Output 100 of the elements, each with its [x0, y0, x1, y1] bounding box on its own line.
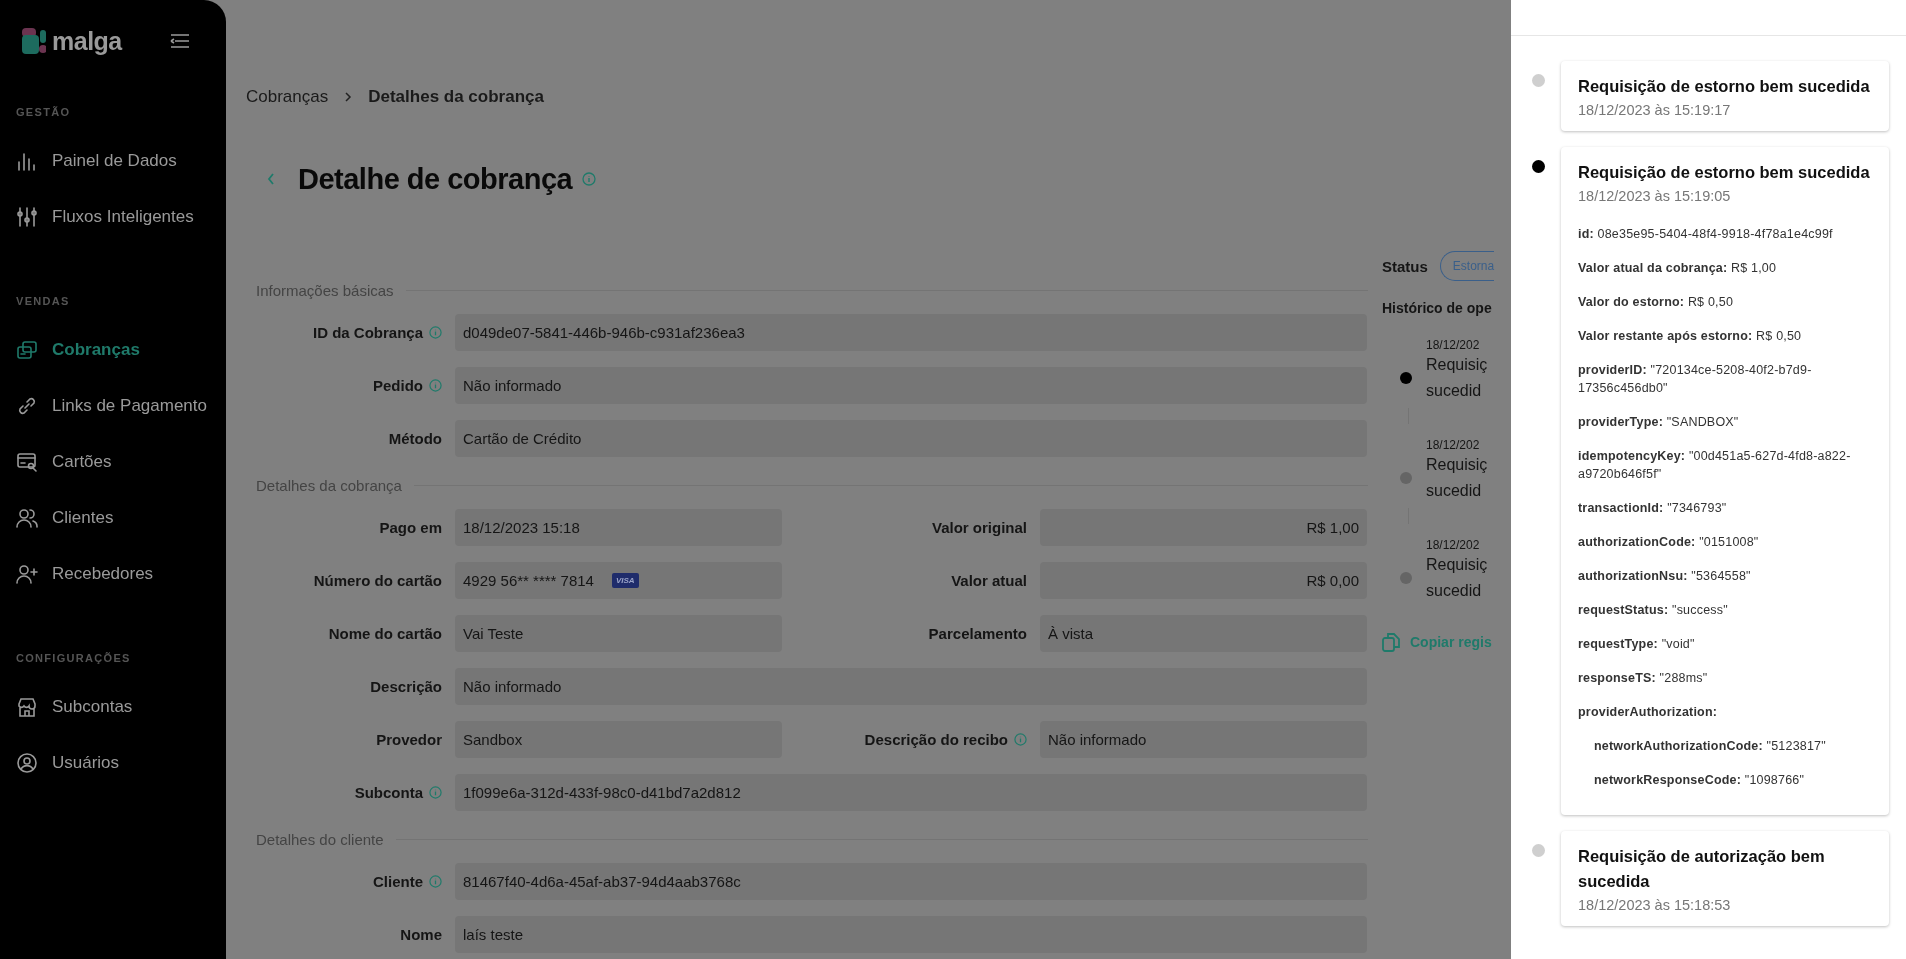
detail-line: providerType: "SANDBOX": [1578, 414, 1740, 431]
sidebar-item[interactable]: Clientes: [0, 490, 226, 546]
field-label: Número do cartão: [313, 572, 442, 589]
sidebar-item[interactable]: Links de Pagamento: [0, 378, 226, 434]
field-label: Nome do cartão: [328, 625, 442, 642]
section-title: Informações básicas: [256, 281, 394, 299]
detail-line: requestStatus: "success": [1578, 602, 1729, 619]
info-icon: [429, 875, 442, 888]
event-card[interactable]: Requisição de estorno bem sucedida 18/12/2023 às 15:19:17: [1561, 61, 1889, 131]
store-icon: [16, 696, 38, 718]
history-date: 18/12/202: [1425, 438, 1481, 452]
event-title: Requisição de estorno bem sucedida: [1578, 76, 1871, 97]
cards-icon: [16, 339, 38, 361]
field-value: 1f099e6a-312d-433f-98c0-d41bd7a2d812: [455, 774, 1367, 811]
detail-line: providerAuthorization:: [1578, 704, 1719, 721]
field-value: Vai Teste: [455, 615, 782, 652]
field-label: ID da Cobrança: [312, 324, 423, 341]
field-label: Valor atual: [951, 572, 1027, 589]
history-entry[interactable]: Requisiç sucedid: [1426, 352, 1488, 404]
field-label: Pedido: [373, 377, 423, 394]
breadcrumb-link[interactable]: Cobranças: [246, 87, 329, 107]
breadcrumb-current: Detalhes da cobrança: [368, 87, 544, 107]
field-label: Cliente: [373, 873, 423, 890]
info-icon: [429, 379, 442, 392]
detail-line: networkAuthorizationCode: "5123817": [1593, 738, 1827, 755]
info-icon: [429, 786, 442, 799]
sidebar-item[interactable]: Fluxos Inteligentes: [0, 189, 226, 245]
detail-line: Valor atual da cobrança: R$ 1,00: [1578, 260, 1778, 277]
field-value: À vista: [1040, 615, 1367, 652]
field-value: Não informado: [455, 367, 1367, 404]
detail-line: transactionId: "7346793": [1578, 500, 1728, 517]
field-value: laís teste: [455, 916, 1367, 953]
field-label: Descrição do recibo: [864, 731, 1008, 748]
link-icon: [16, 395, 38, 417]
field-label: Provedor: [376, 731, 442, 748]
sliders-icon: [16, 206, 38, 228]
event-title: Requisição de autorização bem sucedida: [1578, 846, 1826, 892]
field-value: d049de07-5841-446b-946b-c931af236ea3: [455, 314, 1367, 351]
detail-line: responseTS: "288ms": [1578, 670, 1709, 687]
field-label: Parcelamento: [928, 625, 1027, 642]
field-label: Pago em: [379, 519, 442, 536]
section-heading: CONFIGURAÇÕES: [15, 652, 132, 664]
detail-line: idempotencyKey: "00d451a5-627d-4fd8-a822-a9720b646f5f": [1578, 448, 1852, 483]
sidebar-item[interactable]: Usuários: [0, 735, 226, 791]
event-time: 18/12/2023 às 15:19:17: [1578, 101, 1732, 120]
event-card[interactable]: Requisição de autorização bem sucedida 18/12/2023 às 15:18:53: [1561, 831, 1889, 926]
section-title: Detalhes do cliente: [256, 830, 384, 848]
users-icon: [16, 507, 38, 529]
bar-chart-icon: [16, 150, 38, 172]
detail-line: Valor restante após estorno: R$ 0,50: [1578, 328, 1803, 345]
info-icon: [582, 172, 597, 186]
section-title: Detalhes da cobrança: [256, 476, 402, 494]
sidebar-item[interactable]: Painel de Dados: [0, 133, 226, 189]
sidebar-item[interactable]: Recebedores: [0, 546, 226, 602]
history-entry[interactable]: Requisiç sucedid: [1426, 552, 1488, 604]
detail-line: authorizationCode: "0151008": [1578, 534, 1760, 551]
event-time: 18/12/2023 às 15:19:05: [1578, 187, 1732, 206]
field-value: Não informado: [1040, 721, 1367, 758]
info-icon: [429, 326, 442, 339]
section-heading: GESTÃO: [15, 106, 72, 118]
sidebar-item[interactable]: Cartões: [0, 434, 226, 490]
detail-line: networkResponseCode: "1098766": [1593, 772, 1806, 789]
event-time: 18/12/2023 às 15:18:53: [1578, 896, 1732, 915]
field-value: Sandbox: [455, 721, 782, 758]
field-value: Cartão de Crédito: [455, 420, 1367, 457]
logo-text: malga: [52, 26, 122, 56]
field-value: 81467f40-4d6a-45af-ab37-94d4aab3768c: [455, 863, 1367, 900]
user-circle-icon: [16, 752, 38, 774]
logo-icon: [22, 28, 46, 54]
field-value: 4929 56** **** 7814 VISA: [455, 562, 782, 599]
field-value: Não informado: [455, 668, 1367, 705]
sidebar-item[interactable]: Subcontas: [0, 679, 226, 735]
detail-line: id: 08e35e95-5404-48f4-9918-4f78a1e4c99f: [1578, 226, 1834, 243]
history-entry[interactable]: Requisiç sucedid: [1426, 452, 1488, 504]
page-title: Detalhe de cobrança: [298, 162, 573, 196]
field-label: Descrição: [370, 678, 442, 695]
field-label: Subconta: [354, 784, 423, 801]
sidebar-item[interactable]: Cobranças: [0, 322, 226, 378]
history-date: 18/12/202: [1425, 338, 1481, 352]
menu-icon[interactable]: [170, 34, 190, 48]
section-heading: VENDAS: [15, 295, 71, 307]
detail-line: providerID: "720134ce-5208-40f2-b7d9-17356c456db0": [1578, 362, 1813, 397]
event-card[interactable]: [1561, 147, 1889, 815]
card-search-icon: [16, 451, 38, 473]
status-label: Status: [1382, 257, 1428, 275]
card-brand-badge: VISA: [611, 573, 639, 588]
info-icon: [1014, 733, 1027, 746]
field-label: Nome: [400, 926, 442, 943]
chevron-icon: [344, 91, 353, 103]
detail-line: requestType: "void": [1578, 636, 1696, 653]
detail-line: Valor do estorno: R$ 0,50: [1578, 294, 1735, 311]
history-date: 18/12/202: [1425, 538, 1481, 552]
field-value: R$ 1,00: [1040, 509, 1367, 546]
field-label: Método: [388, 430, 442, 447]
field-value: R$ 0,00: [1040, 562, 1367, 599]
user-plus-icon: [16, 563, 38, 585]
detail-line: authorizationNsu: "5364558": [1578, 568, 1752, 585]
field-label: Valor original: [931, 519, 1027, 536]
field-value: 18/12/2023 15:18: [455, 509, 782, 546]
event-title: Requisição de estorno bem sucedida: [1578, 162, 1871, 183]
